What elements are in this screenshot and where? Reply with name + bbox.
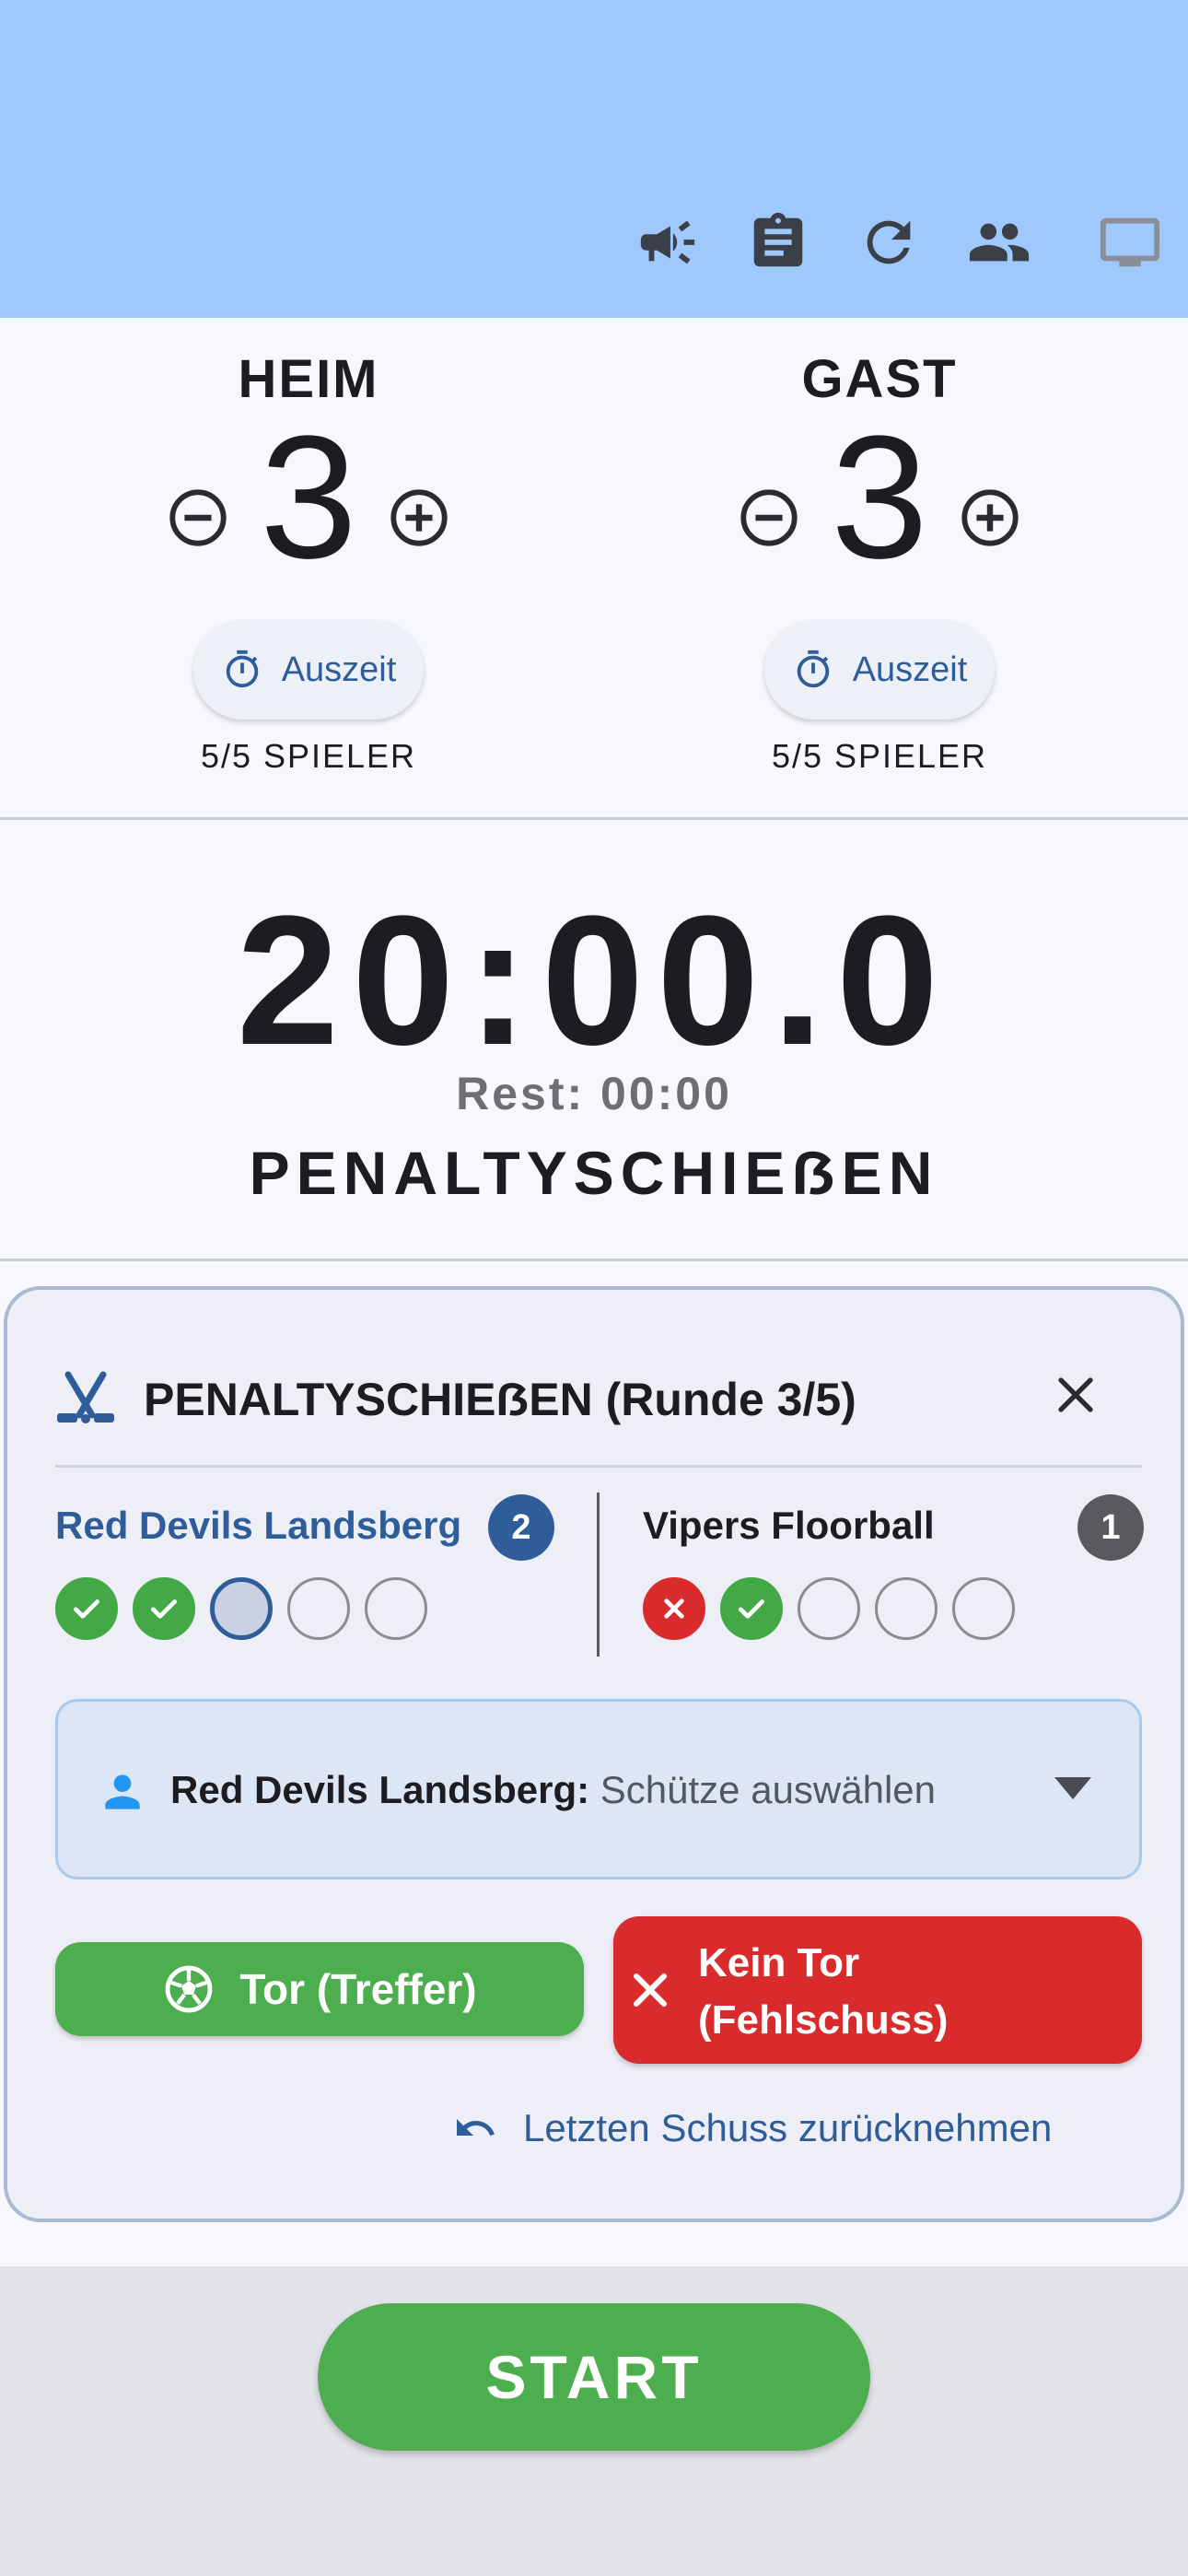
left-team-shots: Red Devils Landsberg 2	[55, 1485, 557, 1651]
game-clock: 20:00.0 Rest: 00:00 PENALTYSCHIEẞEN	[0, 820, 1188, 1260]
left-team-name: Red Devils Landsberg	[55, 1504, 462, 1547]
home-timeout-button[interactable]: Auszeit	[193, 620, 424, 720]
home-score-increment-button[interactable]	[387, 486, 451, 550]
app-bar	[0, 0, 1188, 318]
start-button[interactable]: START	[318, 2303, 870, 2451]
close-icon[interactable]	[1046, 1365, 1105, 1424]
left-team-shot-4-pending	[287, 1577, 350, 1640]
person-icon	[105, 1774, 140, 1809]
teams-divider	[597, 1493, 600, 1657]
left-team-shot-1-hit	[55, 1577, 118, 1640]
plus-circle-icon	[390, 489, 448, 546]
goal-button[interactable]: Tor (Treffer)	[55, 1942, 584, 2036]
miss-button-label: Kein Tor (Fehlschuss)	[698, 1935, 1122, 2049]
dropdown-arrow-icon	[1054, 1777, 1091, 1799]
shooter-select[interactable]: Red Devils Landsberg: Schütze auswählen	[55, 1699, 1142, 1879]
penalty-card-title: PENALTYSCHIEẞEN (Runde 3/5)	[144, 1374, 856, 1425]
shooter-team-label: Red Devils Landsberg:	[170, 1768, 590, 1811]
close-icon	[634, 1973, 667, 2007]
goal-button-label: Tor (Treffer)	[239, 1965, 477, 2013]
right-team-shot-5-pending	[952, 1577, 1015, 1640]
home-players-count: 5/5 SPIELER	[200, 737, 417, 775]
stopwatch-icon	[797, 650, 829, 688]
undo-last-shot-button[interactable]: Letzten Schuss zurücknehmen	[453, 2101, 1052, 2156]
left-team-shot-2-hit	[133, 1577, 195, 1640]
people-icon[interactable]	[967, 210, 1031, 275]
guest-timeout-label: Auszeit	[852, 650, 968, 689]
undo-label: Letzten Schuss zurücknehmen	[523, 2106, 1053, 2149]
shooter-select-text: Red Devils Landsberg: Schütze auswählen	[170, 1768, 936, 1812]
left-team-shot-list	[55, 1577, 427, 1640]
monitor-icon[interactable]	[1098, 210, 1162, 275]
guest-team-panel: GAST 3 Auszeit 5/5 SPIELER	[686, 318, 1073, 817]
clock-rest: Rest: 00:00	[456, 1068, 732, 1119]
hockey-sticks-icon	[57, 1371, 114, 1423]
guest-score-increment-button[interactable]	[958, 486, 1022, 550]
refresh-icon[interactable]	[856, 210, 921, 275]
penalty-card-header: PENALTYSCHIEẞEN (Runde 3/5)	[55, 1364, 1142, 1437]
home-timeout-label: Auszeit	[281, 650, 397, 689]
plus-circle-icon	[961, 489, 1019, 546]
right-team-name: Vipers Floorball	[643, 1504, 935, 1547]
card-divider	[55, 1465, 1142, 1468]
right-team-shots: Vipers Floorball 1	[643, 1485, 1145, 1651]
left-team-goals-badge: 2	[488, 1494, 554, 1561]
right-team-goals-badge: 1	[1077, 1494, 1144, 1561]
clock-time: 20:00.0	[236, 878, 952, 1083]
clipboard-icon[interactable]	[746, 210, 810, 275]
right-team-shot-4-pending	[875, 1577, 938, 1640]
right-team-shot-1-miss	[643, 1577, 705, 1640]
miss-button-line-2: (Fehlschuss)	[698, 1997, 949, 2043]
scoreboard: HEIM 3 Auszeit 5/5 SPIELER GAST 3 Auszei…	[0, 318, 1188, 817]
miss-button-line-1: Kein Tor	[698, 1940, 860, 1985]
section-divider	[0, 1259, 1188, 1261]
guest-players-count: 5/5 SPIELER	[771, 737, 988, 775]
right-team-shot-3-pending	[798, 1577, 860, 1640]
shooter-placeholder: Schütze auswählen	[600, 1768, 937, 1811]
bottom-bar: START	[0, 2266, 1188, 2576]
right-team-shot-list	[643, 1577, 1015, 1640]
penalty-shootout-card: PENALTYSCHIEẞEN (Runde 3/5) Red Devils L…	[4, 1286, 1184, 2222]
clock-period: PENALTYSCHIEẞEN	[249, 1139, 939, 1207]
right-team-shot-2-hit	[720, 1577, 783, 1640]
guest-timeout-button[interactable]: Auszeit	[764, 620, 995, 720]
left-team-shot-3-current	[210, 1577, 273, 1640]
left-team-shot-5-pending	[365, 1577, 427, 1640]
megaphone-icon[interactable]	[635, 210, 700, 275]
undo-icon	[457, 2119, 495, 2136]
stopwatch-icon	[226, 650, 258, 688]
miss-button[interactable]: Kein Tor (Fehlschuss)	[613, 1916, 1142, 2064]
home-team-panel: HEIM 3 Auszeit 5/5 SPIELER	[115, 318, 502, 817]
soccer-ball-icon	[165, 1965, 213, 2013]
